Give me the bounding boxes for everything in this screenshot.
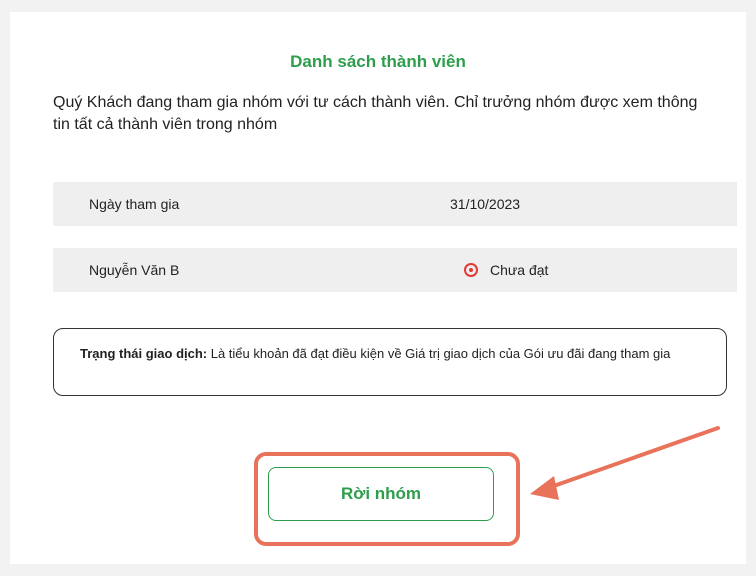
pointer-arrow-icon	[530, 426, 720, 500]
